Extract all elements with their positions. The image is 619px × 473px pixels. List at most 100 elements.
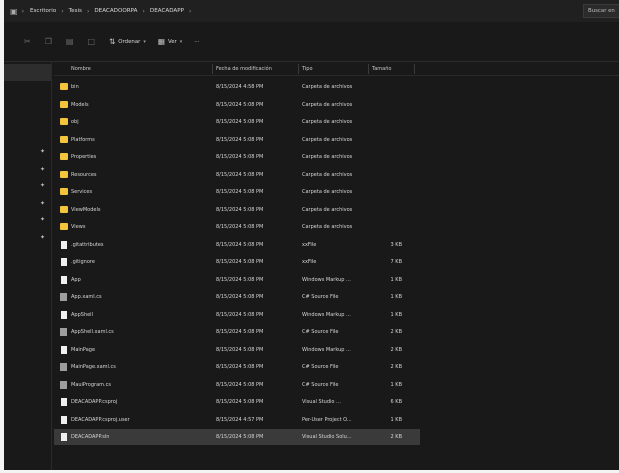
- file-icon: [61, 240, 67, 249]
- file-type: Per-User Project O...: [302, 416, 352, 423]
- nav-selected-item[interactable]: [4, 64, 51, 81]
- file-name: obj: [71, 119, 79, 125]
- file-date: 8/15/2024 5:08 PM: [216, 224, 264, 230]
- pin-icon: ✦: [40, 200, 46, 207]
- table-row[interactable]: AppShell 8/15/2024 5:08 PM Windows Markup …: [54, 307, 420, 323]
- file-name: Services: [71, 189, 93, 195]
- file-name: .gitattributes: [71, 241, 104, 248]
- view-button[interactable]: ▦ Ver ▾: [158, 37, 182, 46]
- table-row[interactable]: ViewModels 8/15/2024 5:08 PM Carpeta de ar…: [54, 202, 420, 218]
- cut-icon[interactable]: ✂: [24, 37, 31, 46]
- table-row[interactable]: Services 8/15/2024 5:08 PM Carpeta de arch…: [54, 184, 420, 200]
- search-input[interactable]: Buscar en: [583, 4, 619, 18]
- file-icon: [61, 415, 67, 424]
- file-date: 8/15/2024 5:08 PM: [216, 329, 264, 335]
- table-row[interactable]: AppShell.xaml.cs 8/15/2024 5:08 PM C# Sour…: [54, 324, 420, 340]
- file-size: 1 KB: [390, 381, 402, 388]
- table-row[interactable]: Models 8/15/2024 5:08 PM Carpeta de archiv…: [54, 97, 420, 113]
- file-type: Visual Studio ...: [302, 399, 341, 405]
- column-divider[interactable]: [212, 64, 213, 74]
- column-header-date[interactable]: Fecha de modificación: [216, 66, 272, 72]
- file-name: App: [71, 276, 81, 283]
- column-divider[interactable]: [414, 64, 415, 74]
- chevron-right-icon: ›: [189, 7, 192, 15]
- chevron-right-icon: ›: [61, 7, 64, 15]
- paste-icon[interactable]: ▤: [66, 37, 74, 46]
- folder-icon: [60, 153, 68, 160]
- file-type: Carpeta de archivos: [302, 119, 353, 125]
- table-row[interactable]: bin 8/15/2024 4:58 PM Carpeta de archivos: [54, 79, 420, 95]
- file-name: MainPage.xaml.cs: [71, 364, 116, 370]
- table-row[interactable]: Platforms 8/15/2024 5:08 PM Carpeta de arc…: [54, 132, 420, 148]
- pin-icon: ✦: [40, 234, 46, 241]
- chevron-right-icon: ›: [21, 7, 24, 15]
- sort-button[interactable]: ⇅ Ordenar ▾: [109, 37, 146, 46]
- file-name: Models: [71, 101, 89, 108]
- table-row[interactable]: Resources 8/15/2024 5:08 PM Carpeta de arc…: [54, 167, 420, 183]
- table-row[interactable]: App 8/15/2024 5:08 PM Windows Markup ... 1 …: [54, 272, 420, 288]
- file-type: Carpeta de archivos: [302, 171, 353, 178]
- file-size: 2 KB: [390, 329, 402, 335]
- file-date: 8/15/2024 5:08 PM: [216, 171, 264, 178]
- column-header-row: Nombre Fecha de modificación Tipo Tamaño: [54, 62, 619, 76]
- file-type: C# Source File: [302, 381, 339, 388]
- file-type: Carpeta de archivos: [302, 189, 353, 195]
- breadcrumb-item[interactable]: Tesis: [69, 8, 82, 14]
- file-size: 1 KB: [390, 294, 402, 300]
- file-type: Windows Markup ...: [302, 346, 351, 353]
- file-name: Properties: [71, 154, 97, 160]
- breadcrumb-item[interactable]: DEACADOORPA: [94, 8, 137, 14]
- table-row[interactable]: MainPage 8/15/2024 5:08 PM Windows Markup …: [54, 342, 420, 358]
- table-row[interactable]: .gitignore 8/15/2024 5:08 PM xxFile 7 KB: [54, 254, 420, 270]
- file-type: xxFile: [302, 259, 317, 265]
- file-date: 8/15/2024 5:08 PM: [216, 381, 264, 388]
- table-row[interactable]: obj 8/15/2024 5:08 PM Carpeta de archivos: [54, 114, 420, 130]
- file-date: 8/15/2024 5:08 PM: [216, 311, 264, 318]
- file-icon: [61, 258, 67, 266]
- csharp-file-icon: [60, 328, 67, 336]
- pin-icon: ✦: [40, 216, 46, 223]
- column-header-type[interactable]: Tipo: [302, 66, 313, 72]
- more-options-button[interactable]: ···: [194, 39, 199, 45]
- rename-icon[interactable]: □: [87, 37, 95, 46]
- file-name: App.xaml.cs: [71, 294, 102, 300]
- address-bar[interactable]: ▣ › Escritorio › Tesis › DEACADOORPA › D…: [4, 0, 619, 22]
- folder-icon: [60, 100, 68, 108]
- file-name: DEACADAPP.csproj.user: [71, 416, 130, 423]
- folder-icon: [60, 205, 68, 213]
- table-row[interactable]: DEACADAPP.csproj 8/15/2024 5:08 PM Visual …: [54, 394, 420, 410]
- column-divider[interactable]: [368, 64, 369, 74]
- copy-icon[interactable]: ❐: [45, 37, 52, 46]
- sort-icon: ⇅: [109, 37, 116, 46]
- file-date: 8/15/2024 5:08 PM: [216, 399, 264, 405]
- file-type: Carpeta de archivos: [302, 84, 353, 90]
- folder-icon: [60, 135, 68, 143]
- breadcrumb-item[interactable]: Escritorio: [30, 8, 56, 14]
- folder-icon: [60, 188, 68, 195]
- table-row[interactable]: DEACADAPP.csproj.user 8/15/2024 4:57 PM Pe…: [54, 412, 420, 428]
- column-header-size[interactable]: Tamaño: [372, 66, 391, 72]
- column-header-name[interactable]: Nombre: [71, 66, 91, 72]
- table-row[interactable]: App.xaml.cs 8/15/2024 5:08 PM C# Source Fi…: [54, 289, 420, 305]
- navigation-pane: ✦ ✦ ✦ ✦ ✦ ✦: [4, 62, 52, 470]
- table-row[interactable]: Properties 8/15/2024 5:08 PM Carpeta de ar…: [54, 149, 420, 165]
- file-type: C# Source File: [302, 294, 339, 300]
- file-type: xxFile: [302, 241, 317, 248]
- file-size: 6 KB: [390, 399, 402, 405]
- pin-icon: ✦: [40, 166, 46, 173]
- file-name: Resources: [71, 171, 97, 178]
- file-name: ViewModels: [71, 206, 101, 213]
- chevron-down-icon: ▾: [143, 38, 146, 45]
- table-row[interactable]: .gitattributes 8/15/2024 5:08 PM xxFile 3 K…: [54, 237, 420, 253]
- breadcrumb-item[interactable]: DEACADAPP: [150, 8, 184, 14]
- file-type: Windows Markup ...: [302, 311, 351, 318]
- table-row[interactable]: MainPage.xaml.cs 8/15/2024 5:08 PM C# Sour…: [54, 359, 420, 375]
- table-row[interactable]: MauiProgram.cs 8/15/2024 5:08 PM C# Source…: [54, 377, 420, 393]
- pin-icon: ✦: [40, 148, 46, 155]
- file-date: 8/15/2024 5:08 PM: [216, 189, 264, 195]
- file-date: 8/15/2024 5:08 PM: [216, 276, 264, 283]
- table-row[interactable]: Views 8/15/2024 5:08 PM Carpeta de archivo…: [54, 219, 420, 235]
- column-divider[interactable]: [298, 64, 299, 74]
- table-row[interactable]: DEACADAPP.sln 8/15/2024 5:08 PM Visual Stu…: [54, 429, 420, 445]
- folder-icon: [60, 170, 68, 178]
